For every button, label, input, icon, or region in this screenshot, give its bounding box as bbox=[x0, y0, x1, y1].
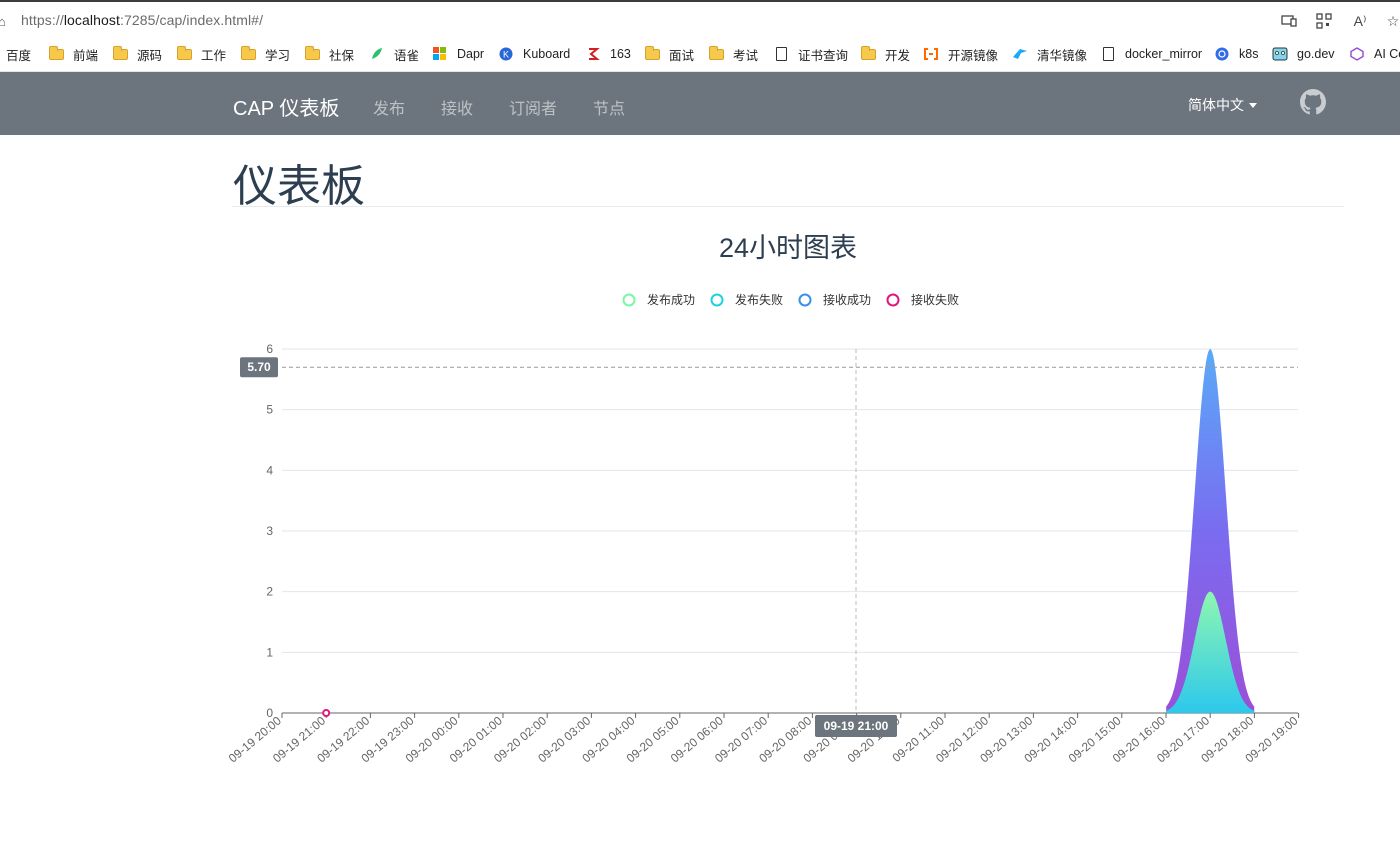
chart-crosshair: 5.70 09-19 21:00 bbox=[240, 349, 1298, 737]
data-point bbox=[322, 709, 331, 717]
chart-grid bbox=[282, 348, 1298, 714]
x-axis: 09-19 20:0009-19 21:0009-19 22:0009-19 2… bbox=[226, 712, 1301, 765]
chart-24h: 24小时图表 发布成功 发布失败 接收成功 接收失败 0123456 09-19 20… bbox=[226, 233, 1301, 765]
legend-marker bbox=[798, 293, 812, 307]
chart-legend: 发布成功 发布失败 接收成功 接收失败 bbox=[622, 292, 959, 307]
chart-title: 24小时图表 bbox=[719, 233, 857, 263]
crosshair-x-label: 09-19 21:00 bbox=[824, 719, 889, 733]
y-tick-label: 6 bbox=[266, 342, 273, 356]
y-tick-label: 2 bbox=[266, 585, 273, 599]
legend-marker bbox=[886, 293, 900, 307]
legend-label: 发布失败 bbox=[735, 292, 783, 307]
legend-label: 接收失败 bbox=[911, 292, 959, 307]
y-tick-label: 1 bbox=[266, 645, 273, 659]
crosshair-y-label: 5.70 bbox=[247, 360, 271, 374]
y-tick-label: 4 bbox=[266, 463, 273, 477]
legend-marker bbox=[710, 293, 724, 307]
legend-label: 发布成功 bbox=[647, 292, 695, 307]
y-tick-label: 3 bbox=[266, 524, 273, 538]
y-axis: 0123456 bbox=[266, 342, 273, 720]
y-tick-label: 5 bbox=[266, 403, 273, 417]
legend-marker bbox=[622, 293, 636, 307]
chart-series bbox=[322, 349, 1255, 717]
legend-label: 接收成功 bbox=[823, 292, 871, 307]
